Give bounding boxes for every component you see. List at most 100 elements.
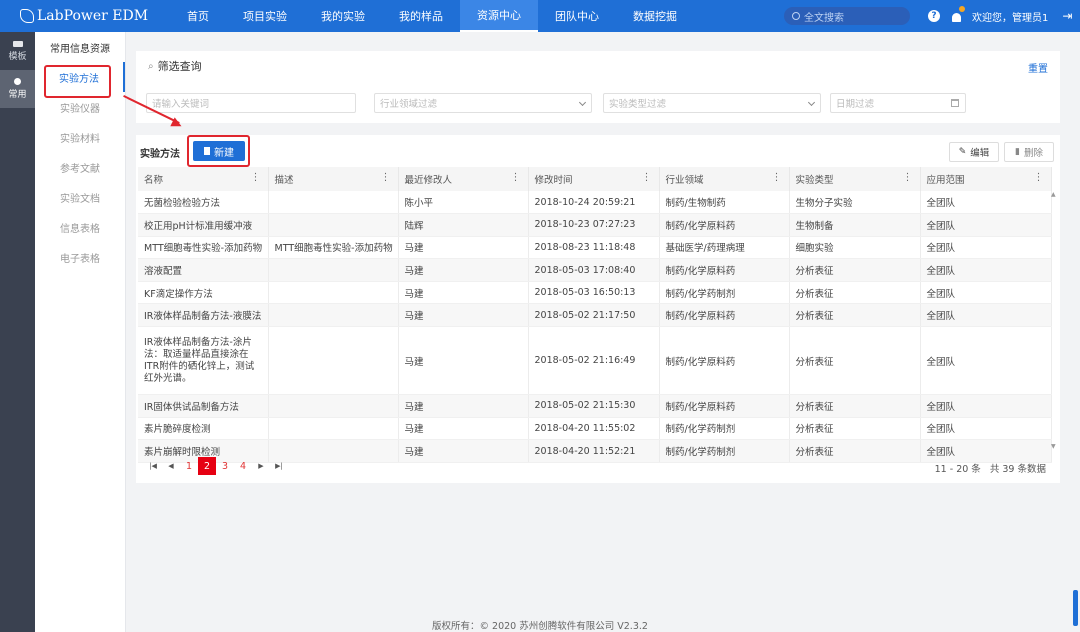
submenu-item-info-tables[interactable]: 信息表格 [35, 212, 125, 242]
first-page-icon[interactable]: |◀ [144, 457, 162, 475]
global-search-input[interactable]: 全文搜索 [784, 7, 910, 25]
column-header[interactable]: 最近修改人 ⋮ [398, 167, 529, 191]
column-menu-icon[interactable]: ⋮ [903, 172, 913, 183]
table-scrollbar[interactable]: ▲ ▼ [1051, 191, 1059, 451]
table-cell: 校正用pH计标准用缓冲液 [138, 213, 269, 237]
page-scrollbar-thumb[interactable] [1073, 590, 1078, 626]
column-header-label: 修改时间 [534, 175, 573, 186]
search-placeholder: 全文搜索 [804, 12, 844, 24]
table-cell: 2018-04-20 11:55:02 [528, 417, 660, 441]
column-header[interactable]: 应用范围 ⋮ [920, 167, 1052, 191]
submenu-item-documents[interactable]: 实验文档 [35, 182, 125, 212]
panel-title: 实验方法 [140, 149, 180, 160]
filter-panel: ⌕ 筛选查询 重置 请输入关键词 行业领域过滤 实验类型过滤 日期过滤 [136, 51, 1060, 123]
app-logo[interactable]: LabPower EDM [0, 8, 170, 24]
column-menu-icon[interactable]: ⋮ [1034, 172, 1044, 183]
column-menu-icon[interactable]: ⋮ [381, 172, 391, 183]
pencil-icon: ✎ [958, 147, 967, 157]
pagination: |◀ ◀ 1 2 3 4 ▶ ▶| [144, 457, 288, 475]
table-row[interactable]: 无菌检验检验方法 陈小平 2018-10-24 20:59:21 制药/生物制药 生物分… [138, 191, 1052, 215]
table-cell: 马建 [398, 417, 529, 441]
column-header[interactable]: 名称 ⋮ [138, 167, 269, 191]
table-cell [268, 281, 399, 305]
table-row[interactable]: IR固体供试品制备方法 马建 2018-05-02 21:15:30 制药/化学原料药… [138, 394, 1052, 418]
methods-table: 名称 ⋮ 描述 ⋮ 最近修改人 ⋮ 修改时间 ⋮ 行业领域 ⋮ 实验类型 ⋮ 应用范围 ⋮ 无… [138, 167, 1052, 463]
table-row[interactable]: 溶液配置 马建 2018-05-03 17:08:40 制药/化学原料药 分析表征 全团队 [138, 258, 1052, 282]
nav-my-experiments[interactable]: 我的实验 [304, 0, 382, 32]
nav-projects[interactable]: 项目实验 [226, 0, 304, 32]
submenu-item-methods[interactable]: 实验方法 [35, 62, 125, 92]
submenu-item-instruments[interactable]: 实验仪器 [35, 92, 125, 122]
table-row[interactable]: 素片脆碎度检测 马建 2018-04-20 11:55:02 制药/化学药制剂 分析表征… [138, 417, 1052, 441]
page-info: 11 - 20 条 共 39 条数据 [934, 464, 1046, 475]
column-menu-icon[interactable]: ⋮ [511, 172, 521, 183]
column-menu-icon[interactable]: ⋮ [251, 172, 261, 183]
last-page-icon[interactable]: ▶| [270, 457, 288, 475]
nav-home[interactable]: 首页 [170, 0, 226, 32]
table-cell: 马建 [398, 236, 529, 260]
submenu-item-spreadsheets[interactable]: 电子表格 [35, 242, 125, 272]
table-cell: 制药/化学原料药 [659, 258, 790, 282]
table-cell: 全团队 [920, 236, 1052, 260]
table-cell: 马建 [398, 439, 529, 463]
table-row[interactable]: 校正用pH计标准用缓冲液 陆辉 2018-10-23 07:27:23 制药/化学原料… [138, 213, 1052, 237]
new-button[interactable]: 新建 [193, 141, 245, 161]
page-link[interactable]: 3 [216, 457, 234, 475]
edit-button[interactable]: ✎ 编辑 [949, 142, 999, 162]
table-cell: 分析表征 [789, 326, 921, 396]
scroll-down-icon[interactable]: ▼ [1051, 443, 1056, 450]
user-greeting[interactable]: 欢迎您，管理员1 [972, 9, 1048, 24]
help-icon[interactable]: ? [928, 10, 940, 22]
column-header[interactable]: 行业领域 ⋮ [659, 167, 790, 191]
iconbar-common[interactable]: 常用 [0, 70, 35, 108]
submenu-item-references[interactable]: 参考文献 [35, 152, 125, 182]
next-page-icon[interactable]: ▶ [252, 457, 270, 475]
keyword-input[interactable]: 请输入关键词 [146, 93, 356, 113]
nav-team-center[interactable]: 团队中心 [538, 0, 616, 32]
type-select[interactable]: 实验类型过滤 [603, 93, 821, 113]
delete-button[interactable]: ▮ 删除 [1004, 142, 1054, 162]
table-cell: 马建 [398, 394, 529, 418]
prev-page-icon[interactable]: ◀ [162, 457, 180, 475]
type-placeholder: 实验类型过滤 [609, 99, 667, 110]
table-row[interactable]: IR液体样品制备方法-液膜法 马建 2018-05-02 21:17:50 制药/化学… [138, 303, 1052, 328]
table-cell: 分析表征 [789, 394, 921, 418]
industry-select[interactable]: 行业领域过滤 [374, 93, 592, 113]
notification-dot [959, 6, 965, 12]
iconbar-templates[interactable]: 模板 [0, 32, 35, 70]
nav-data-mining[interactable]: 数据挖掘 [616, 0, 694, 32]
table-cell: 制药/生物制药 [659, 191, 790, 215]
nav-my-samples[interactable]: 我的样品 [382, 0, 460, 32]
page-link[interactable]: 4 [234, 457, 252, 475]
table-cell: 全团队 [920, 258, 1052, 282]
table-cell [268, 191, 399, 215]
column-header[interactable]: 实验类型 ⋮ [789, 167, 921, 191]
table-row[interactable]: IR液体样品制备方法-涂片法：取适量样品直接涂在ITR附件的硒化锌上，测试红外光… [138, 326, 1052, 396]
column-menu-icon[interactable]: ⋮ [772, 172, 782, 183]
table-header-row: 名称 ⋮ 描述 ⋮ 最近修改人 ⋮ 修改时间 ⋮ 行业领域 ⋮ 实验类型 ⋮ 应用范围 ⋮ [138, 167, 1052, 191]
table-cell: 制药/化学药制剂 [659, 439, 790, 463]
column-header[interactable]: 描述 ⋮ [268, 167, 399, 191]
new-button-label: 新建 [214, 147, 234, 159]
table-cell: 制药/化学药制剂 [659, 417, 790, 441]
submenu-item-materials[interactable]: 实验材料 [35, 122, 125, 152]
logout-icon[interactable]: ⇥ [1062, 9, 1072, 23]
nav-resource-center[interactable]: 资源中心 [460, 0, 538, 32]
table-cell: 全团队 [920, 191, 1052, 215]
page-link-current[interactable]: 2 [198, 457, 216, 475]
table-row[interactable]: KF滴定操作方法 马建 2018-05-03 16:50:13 制药/化学药制剂 分析表… [138, 281, 1052, 305]
table-row[interactable]: MTT细胞毒性实验-添加药物 MTT细胞毒性实验-添加药物 马建 2018-08-23… [138, 236, 1052, 260]
column-menu-icon[interactable]: ⋮ [642, 172, 652, 183]
table-cell: 全团队 [920, 213, 1052, 237]
date-input[interactable]: 日期过滤 [830, 93, 966, 113]
page-link[interactable]: 1 [180, 457, 198, 475]
scroll-up-icon[interactable]: ▲ [1051, 191, 1056, 198]
table-cell: 全团队 [920, 394, 1052, 418]
panel-toolbar: 实验方法 新建 ✎ 编辑 ▮ 删除 [136, 135, 1060, 167]
column-header-label: 名称 [144, 175, 164, 186]
reset-button[interactable]: 重置 [1028, 60, 1048, 75]
notification-bell-icon[interactable] [950, 6, 965, 22]
table-cell: 制药/化学原料药 [659, 326, 790, 396]
column-header[interactable]: 修改时间 ⋮ [528, 167, 660, 191]
table-cell: 分析表征 [789, 439, 921, 463]
